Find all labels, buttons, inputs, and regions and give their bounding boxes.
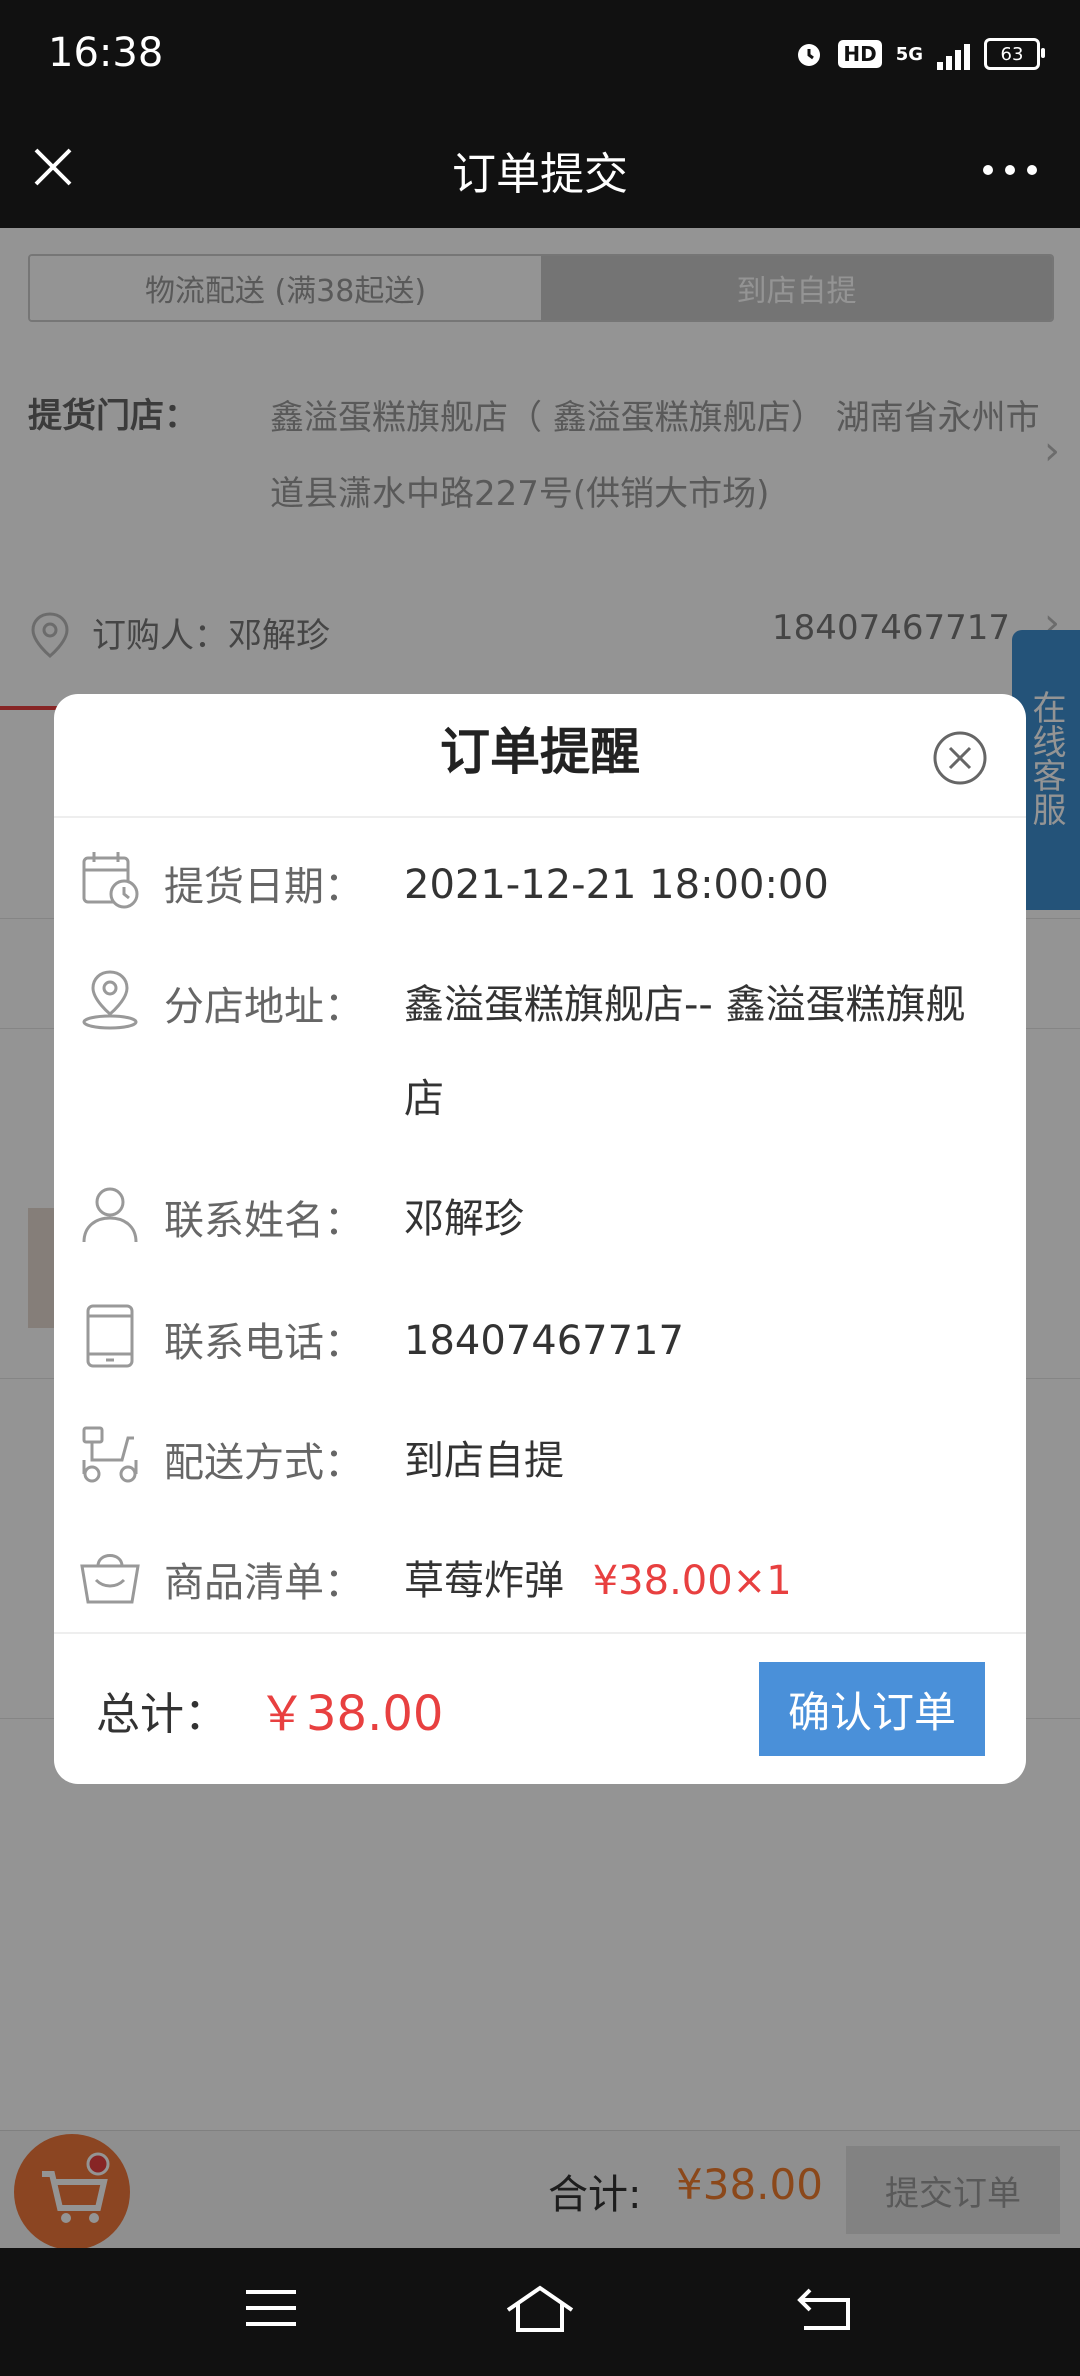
close-circle-icon[interactable] bbox=[932, 730, 988, 790]
row-label: 配送方式： bbox=[164, 1440, 364, 1486]
back-icon[interactable] bbox=[796, 2286, 852, 2336]
row-label: 联系电话： bbox=[164, 1320, 364, 1366]
battery-level: 63 bbox=[1000, 43, 1024, 65]
dialog-title: 订单提醒 bbox=[440, 723, 640, 781]
page-title: 订单提交 bbox=[452, 149, 628, 200]
row-label: 分店地址： bbox=[164, 984, 364, 1030]
home-icon[interactable] bbox=[504, 2284, 576, 2338]
pickup-date-row: 提货日期： 2021-12-21 18:00:00 bbox=[54, 844, 1026, 924]
product-list-row: 商品清单： 草莓炸弹 ¥38.00×1 bbox=[54, 1540, 1026, 1620]
contact-phone-row: 联系电话： 18407467717 bbox=[54, 1300, 1026, 1380]
menu-icon[interactable] bbox=[244, 2286, 298, 2334]
product-name: 草莓炸弹 bbox=[404, 1558, 564, 1604]
battery-icon: 63 bbox=[984, 38, 1045, 70]
shopping-bag-icon bbox=[78, 1544, 142, 1612]
product-price: ¥38.00×1 bbox=[592, 1558, 792, 1604]
dialog-total-label: 总计： bbox=[96, 1689, 228, 1740]
location-pin-icon bbox=[78, 968, 142, 1036]
row-label: 联系姓名： bbox=[164, 1198, 364, 1244]
row-value: 草莓炸弹 ¥38.00×1 bbox=[404, 1550, 1004, 1612]
row-value: 2021-12-21 18:00:00 bbox=[404, 862, 829, 908]
network-type: 5G bbox=[895, 43, 923, 65]
branch-address-row: 分店地址： 鑫溢蛋糕旗舰店-- 鑫溢蛋糕旗舰店 bbox=[54, 964, 1026, 1122]
row-label: 商品清单： bbox=[164, 1560, 364, 1606]
person-icon bbox=[78, 1182, 142, 1250]
status-icons: HD 5G 63 bbox=[794, 38, 1045, 70]
row-value: 邓解珍 bbox=[404, 1196, 524, 1242]
row-value: 鑫溢蛋糕旗舰店-- 鑫溢蛋糕旗舰店 bbox=[404, 982, 966, 1122]
tablet-icon bbox=[78, 1304, 142, 1372]
delivery-method-row: 配送方式： 到店自提 bbox=[54, 1420, 1026, 1500]
status-bar: 16:38 HD 5G 63 bbox=[0, 0, 1080, 120]
row-label: 提货日期： bbox=[164, 864, 364, 910]
more-icon[interactable] bbox=[980, 140, 1040, 191]
divider bbox=[54, 816, 1026, 818]
hd-badge: HD bbox=[838, 40, 882, 68]
row-value: 到店自提 bbox=[404, 1438, 564, 1484]
dialog-total-amount: ￥38.00 bbox=[258, 1686, 444, 1742]
alarm-icon bbox=[798, 44, 821, 66]
signal-icon bbox=[937, 38, 970, 70]
scooter-icon bbox=[78, 1424, 142, 1492]
confirm-order-button[interactable]: 确认订单 bbox=[759, 1662, 985, 1756]
order-reminder-dialog: 订单提醒 提货日期： 2021-12-21 18:00:00 分店地址： 鑫溢蛋… bbox=[54, 694, 1026, 1784]
status-time: 16:38 bbox=[48, 30, 164, 76]
calendar-clock-icon bbox=[78, 848, 142, 916]
contact-name-row: 联系姓名： 邓解珍 bbox=[54, 1178, 1026, 1258]
divider bbox=[54, 1632, 1026, 1634]
system-nav-bar bbox=[0, 2248, 1080, 2376]
title-bar: 订单提交 bbox=[0, 120, 1080, 228]
row-value: 18407467717 bbox=[404, 1318, 684, 1364]
